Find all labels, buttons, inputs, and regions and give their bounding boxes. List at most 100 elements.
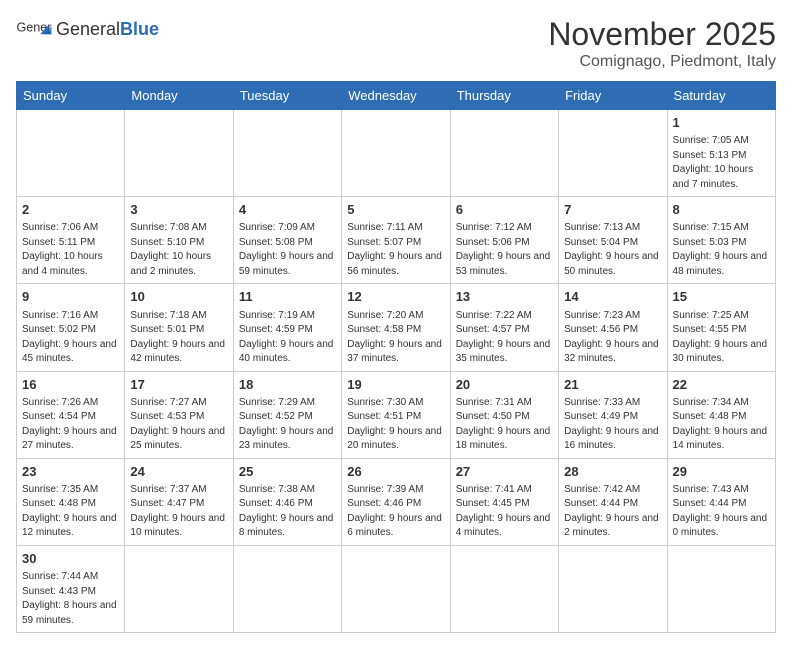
calendar-cell: 10 Sunrise: 7:18 AM Sunset: 5:01 PM Dayli… [125, 284, 233, 371]
day-info: Sunrise: 7:13 AM Sunset: 5:04 PM Dayligh… [564, 221, 661, 279]
day-info: Sunrise: 7:39 AM Sunset: 4:46 PM Dayligh… [347, 483, 444, 541]
day-number: 28 [564, 463, 661, 481]
day-number: 24 [130, 463, 227, 481]
calendar-week-row: 16 Sunrise: 7:26 AM Sunset: 4:54 PM Dayli… [17, 371, 776, 458]
calendar-cell: 25Sunrise: 7:38 AM Sunset: 4:46 PM Dayli… [233, 458, 341, 545]
calendar-cell [125, 110, 233, 197]
day-number: 23 [22, 463, 119, 481]
day-info: Sunrise: 7:27 AM Sunset: 4:53 PM Dayligh… [130, 396, 227, 454]
month-title: November 2025 [548, 16, 776, 53]
day-info: Sunrise: 7:16 AM Sunset: 5:02 PM Dayligh… [22, 309, 119, 367]
calendar-cell: 29Sunrise: 7:43 AM Sunset: 4:44 PM Dayli… [667, 458, 775, 545]
day-info: Sunrise: 7:23 AM Sunset: 4:56 PM Dayligh… [564, 309, 661, 367]
weekday-header: Friday [559, 82, 667, 110]
day-number: 8 [673, 201, 770, 219]
calendar-cell: 23Sunrise: 7:35 AM Sunset: 4:48 PM Dayli… [17, 458, 125, 545]
day-number: 11 [239, 288, 336, 306]
day-number: 7 [564, 201, 661, 219]
day-info: Sunrise: 7:37 AM Sunset: 4:47 PM Dayligh… [130, 483, 227, 541]
day-info: Sunrise: 7:20 AM Sunset: 4:58 PM Dayligh… [347, 309, 444, 367]
day-number: 16 [22, 376, 119, 394]
logo-icon: General [16, 16, 52, 44]
day-info: Sunrise: 7:31 AM Sunset: 4:50 PM Dayligh… [456, 396, 553, 454]
weekday-header: Wednesday [342, 82, 450, 110]
day-info: Sunrise: 7:11 AM Sunset: 5:07 PM Dayligh… [347, 221, 444, 279]
calendar-cell: 8 Sunrise: 7:15 AM Sunset: 5:03 PM Daylig… [667, 197, 775, 284]
calendar-week-row: 30 Sunrise: 7:44 AM Sunset: 4:43 PM Dayli… [17, 545, 776, 632]
calendar-cell: 17 Sunrise: 7:27 AM Sunset: 4:53 PM Dayli… [125, 371, 233, 458]
calendar-week-row: 23Sunrise: 7:35 AM Sunset: 4:48 PM Dayli… [17, 458, 776, 545]
calendar-cell: 5Sunrise: 7:11 AM Sunset: 5:07 PM Daylig… [342, 197, 450, 284]
calendar-cell: 12 Sunrise: 7:20 AM Sunset: 4:58 PM Dayli… [342, 284, 450, 371]
day-info: Sunrise: 7:34 AM Sunset: 4:48 PM Dayligh… [673, 396, 770, 454]
calendar-cell [450, 110, 558, 197]
calendar-cell: 15Sunrise: 7:25 AM Sunset: 4:55 PM Dayli… [667, 284, 775, 371]
calendar-cell [342, 110, 450, 197]
location-title: Comignago, Piedmont, Italy [548, 53, 776, 71]
day-info: Sunrise: 7:05 AM Sunset: 5:13 PM Dayligh… [673, 134, 770, 192]
day-info: Sunrise: 7:29 AM Sunset: 4:52 PM Dayligh… [239, 396, 336, 454]
weekday-header: Tuesday [233, 82, 341, 110]
day-info: Sunrise: 7:06 AM Sunset: 5:11 PM Dayligh… [22, 221, 119, 279]
calendar-cell: 18 Sunrise: 7:29 AM Sunset: 4:52 PM Dayli… [233, 371, 341, 458]
day-number: 4 [239, 201, 336, 219]
calendar-cell: 27 Sunrise: 7:41 AM Sunset: 4:45 PM Dayli… [450, 458, 558, 545]
calendar-cell: 2 Sunrise: 7:06 AM Sunset: 5:11 PM Daylig… [17, 197, 125, 284]
day-info: Sunrise: 7:26 AM Sunset: 4:54 PM Dayligh… [22, 396, 119, 454]
title-area: November 2025 Comignago, Piedmont, Italy [548, 16, 776, 71]
calendar-cell: 28Sunrise: 7:42 AM Sunset: 4:44 PM Dayli… [559, 458, 667, 545]
day-number: 27 [456, 463, 553, 481]
day-info: Sunrise: 7:15 AM Sunset: 5:03 PM Dayligh… [673, 221, 770, 279]
day-number: 20 [456, 376, 553, 394]
calendar-cell: 13 Sunrise: 7:22 AM Sunset: 4:57 PM Dayli… [450, 284, 558, 371]
calendar-cell: 26 Sunrise: 7:39 AM Sunset: 4:46 PM Dayli… [342, 458, 450, 545]
calendar-cell: 14 Sunrise: 7:23 AM Sunset: 4:56 PM Dayli… [559, 284, 667, 371]
calendar-table: SundayMondayTuesdayWednesdayThursdayFrid… [16, 81, 776, 633]
day-number: 2 [22, 201, 119, 219]
day-number: 13 [456, 288, 553, 306]
day-number: 22 [673, 376, 770, 394]
calendar-cell: 3 Sunrise: 7:08 AM Sunset: 5:10 PM Daylig… [125, 197, 233, 284]
day-info: Sunrise: 7:41 AM Sunset: 4:45 PM Dayligh… [456, 483, 553, 541]
calendar-week-row: 9 Sunrise: 7:16 AM Sunset: 5:02 PM Daylig… [17, 284, 776, 371]
day-info: Sunrise: 7:18 AM Sunset: 5:01 PM Dayligh… [130, 309, 227, 367]
calendar-cell [233, 110, 341, 197]
day-number: 21 [564, 376, 661, 394]
day-info: Sunrise: 7:44 AM Sunset: 4:43 PM Dayligh… [22, 570, 119, 628]
calendar-cell [450, 545, 558, 632]
calendar-cell [559, 110, 667, 197]
calendar-cell [559, 545, 667, 632]
day-info: Sunrise: 7:09 AM Sunset: 5:08 PM Dayligh… [239, 221, 336, 279]
day-number: 14 [564, 288, 661, 306]
day-number: 26 [347, 463, 444, 481]
day-info: Sunrise: 7:22 AM Sunset: 4:57 PM Dayligh… [456, 309, 553, 367]
day-number: 10 [130, 288, 227, 306]
day-number: 30 [22, 550, 119, 568]
day-info: Sunrise: 7:25 AM Sunset: 4:55 PM Dayligh… [673, 309, 770, 367]
day-number: 3 [130, 201, 227, 219]
logo: General GeneralBlue [16, 16, 159, 44]
day-number: 19 [347, 376, 444, 394]
day-info: Sunrise: 7:43 AM Sunset: 4:44 PM Dayligh… [673, 483, 770, 541]
day-number: 17 [130, 376, 227, 394]
day-info: Sunrise: 7:08 AM Sunset: 5:10 PM Dayligh… [130, 221, 227, 279]
day-number: 9 [22, 288, 119, 306]
calendar-cell: 6Sunrise: 7:12 AM Sunset: 5:06 PM Daylig… [450, 197, 558, 284]
day-info: Sunrise: 7:33 AM Sunset: 4:49 PM Dayligh… [564, 396, 661, 454]
day-info: Sunrise: 7:12 AM Sunset: 5:06 PM Dayligh… [456, 221, 553, 279]
day-number: 12 [347, 288, 444, 306]
calendar-cell: 30 Sunrise: 7:44 AM Sunset: 4:43 PM Dayli… [17, 545, 125, 632]
calendar-cell [233, 545, 341, 632]
weekday-header: Thursday [450, 82, 558, 110]
day-number: 1 [673, 114, 770, 132]
calendar-week-row: 2 Sunrise: 7:06 AM Sunset: 5:11 PM Daylig… [17, 197, 776, 284]
day-number: 18 [239, 376, 336, 394]
day-number: 25 [239, 463, 336, 481]
weekday-header: Saturday [667, 82, 775, 110]
calendar-cell [125, 545, 233, 632]
calendar-cell: 1 Sunrise: 7:05 AM Sunset: 5:13 PM Daylig… [667, 110, 775, 197]
calendar-cell: 20 Sunrise: 7:31 AM Sunset: 4:50 PM Dayli… [450, 371, 558, 458]
calendar-cell: 7 Sunrise: 7:13 AM Sunset: 5:04 PM Daylig… [559, 197, 667, 284]
calendar-cell: 11Sunrise: 7:19 AM Sunset: 4:59 PM Dayli… [233, 284, 341, 371]
calendar-week-row: 1 Sunrise: 7:05 AM Sunset: 5:13 PM Daylig… [17, 110, 776, 197]
